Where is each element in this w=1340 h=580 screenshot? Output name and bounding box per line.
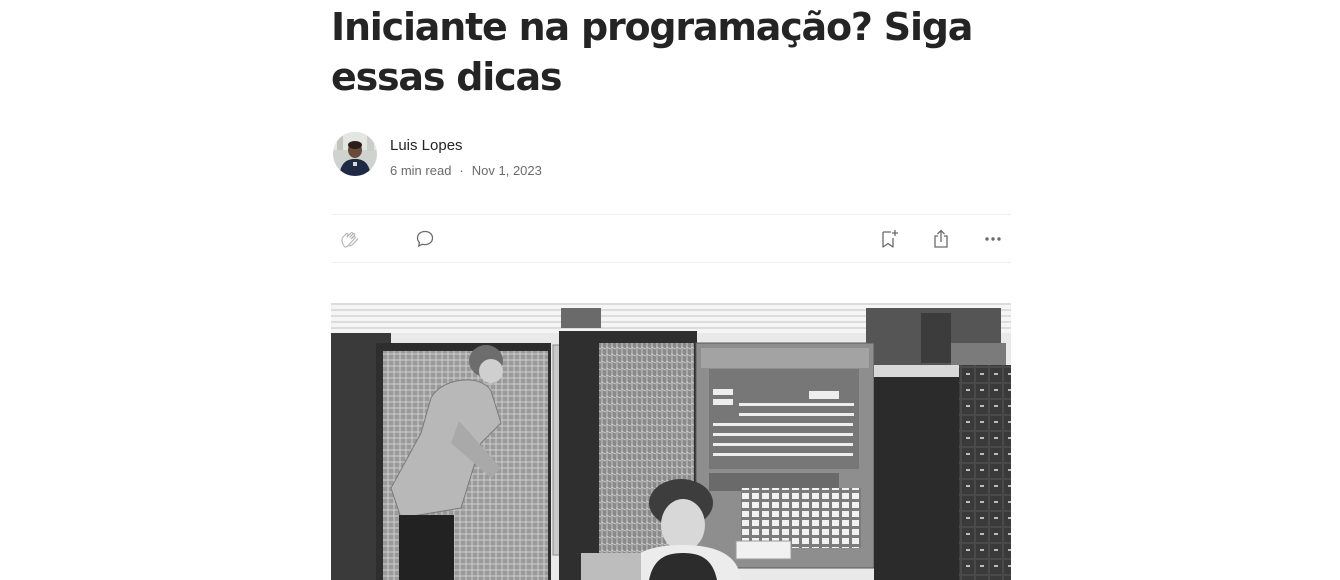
bookmark-add-icon: [882, 230, 898, 248]
action-bar: [331, 214, 1011, 263]
page: Iniciante na programação? Siga essas dic…: [0, 0, 1340, 580]
comment-icon: [416, 230, 434, 248]
clap-button[interactable]: [337, 226, 363, 252]
bookmark-button[interactable]: [876, 226, 902, 252]
clap-icon: [341, 232, 359, 248]
more-icon: [985, 237, 1001, 241]
more-button[interactable]: [980, 226, 1006, 252]
share-icon: [934, 229, 948, 248]
article-meta: 6 min read · Nov 1, 2023: [390, 163, 542, 178]
article-title: Iniciante na programação? Siga essas dic…: [331, 5, 973, 99]
author-avatar[interactable]: [333, 132, 377, 176]
author-name[interactable]: Luis Lopes: [390, 137, 463, 154]
byline: Luis Lopes 6 min read · Nov 1, 2023: [331, 130, 1011, 178]
read-time: 6 min read: [390, 163, 452, 178]
hero-image: [331, 303, 1011, 580]
avatar-image: [333, 132, 377, 176]
hero-image-vintage-computer: [331, 303, 1011, 580]
comment-button[interactable]: [412, 226, 438, 252]
publish-date: Nov 1, 2023: [471, 163, 542, 178]
meta-separator: ·: [459, 163, 464, 178]
share-button[interactable]: [928, 226, 954, 252]
